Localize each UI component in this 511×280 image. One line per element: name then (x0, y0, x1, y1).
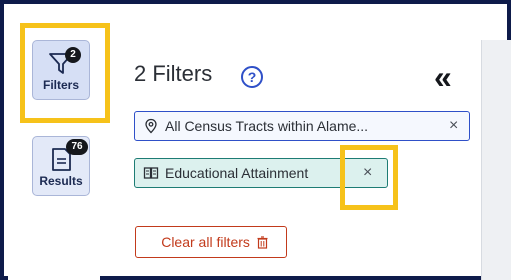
education-filter-chip[interactable]: Educational Attainment × (134, 158, 388, 188)
map-pin-icon (145, 118, 157, 134)
remove-geography-filter-icon[interactable]: × (449, 112, 458, 140)
education-filter-label: Educational Attainment (165, 165, 309, 181)
filters-rail-button[interactable]: 2 Filters (32, 40, 90, 100)
results-rail-label: Results (39, 174, 83, 188)
clear-all-filters-label: Clear all filters (161, 234, 250, 250)
book-icon (143, 167, 159, 179)
filters-count-badge: 2 (65, 47, 81, 63)
results-count-badge: 76 (66, 139, 88, 155)
collapse-panel-icon[interactable]: « (434, 61, 452, 93)
geography-filter-label: All Census Tracts within Alame... (165, 118, 369, 134)
adjacent-panel-edge (481, 40, 511, 280)
results-rail-button[interactable]: 76 Results (32, 136, 90, 196)
clear-all-filters-button[interactable]: Clear all filters (135, 226, 287, 258)
geography-filter-chip[interactable]: All Census Tracts within Alame... × (134, 111, 470, 141)
remove-education-filter-icon[interactable]: × (363, 159, 372, 187)
app-frame: 2 Filters 76 Results 2 Filters ? « All C… (0, 0, 511, 280)
filters-rail-label: Filters (42, 78, 79, 92)
panel-title: 2 Filters (134, 61, 213, 86)
trash-icon (257, 236, 268, 249)
left-rail: 2 Filters 76 Results (8, 8, 100, 280)
help-icon[interactable]: ? (241, 66, 263, 88)
